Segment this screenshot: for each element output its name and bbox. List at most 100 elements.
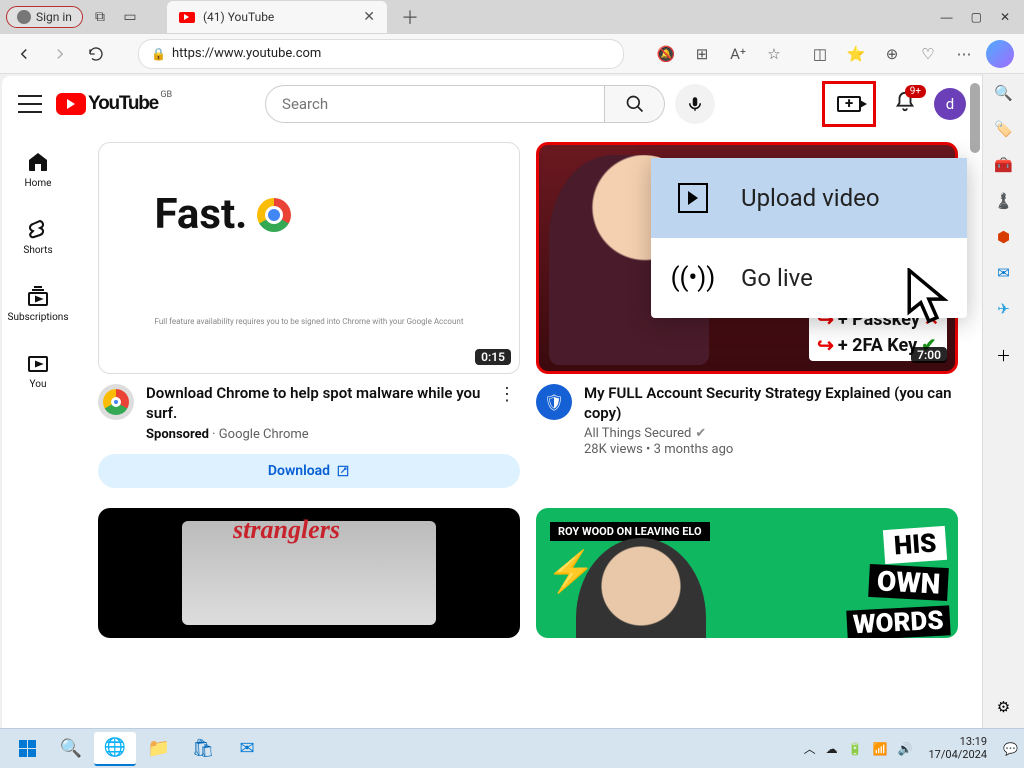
mail-taskbar-button[interactable]: ✉ bbox=[226, 732, 268, 766]
youtube-logo[interactable]: YouTube GB bbox=[56, 93, 158, 115]
account-avatar[interactable]: d bbox=[934, 88, 966, 120]
search-input[interactable] bbox=[265, 85, 605, 123]
browser-signin-button[interactable]: Sign in bbox=[6, 6, 83, 28]
add-sidebar-icon[interactable]: ＋ bbox=[993, 344, 1015, 366]
collections-icon[interactable]: ⊕ bbox=[878, 40, 906, 68]
you-label: You bbox=[30, 379, 47, 390]
start-button[interactable] bbox=[6, 732, 48, 766]
onedrive-tray-icon[interactable]: ☁ bbox=[826, 742, 838, 756]
tools-sidebar-icon[interactable]: 🧰 bbox=[993, 154, 1015, 176]
video-thumbnail[interactable]: stranglers bbox=[98, 508, 520, 638]
create-icon bbox=[837, 96, 861, 112]
send-sidebar-icon[interactable]: ✈ bbox=[993, 298, 1015, 320]
favorites-bar-icon[interactable]: ⭐ bbox=[842, 40, 870, 68]
go-live-icon: ((•)) bbox=[671, 263, 716, 293]
sidebar-item-shorts[interactable]: Shorts bbox=[6, 203, 70, 270]
tray-chevron-icon[interactable]: ︿ bbox=[804, 740, 816, 757]
download-button[interactable]: Download bbox=[98, 454, 520, 488]
edge-taskbar-button[interactable]: 🌐 bbox=[94, 732, 136, 766]
explorer-taskbar-button[interactable]: 📁 bbox=[138, 732, 180, 766]
settings-sidebar-icon[interactable]: ⚙ bbox=[993, 696, 1015, 718]
person-icon bbox=[17, 10, 31, 24]
create-menu: Upload video ((•)) Go live bbox=[651, 158, 967, 318]
video-title[interactable]: My FULL Account Security Strategy Explai… bbox=[584, 384, 958, 423]
go-live-item[interactable]: ((•)) Go live bbox=[651, 238, 967, 318]
favorite-icon[interactable]: ☆ bbox=[760, 40, 788, 68]
create-button[interactable] bbox=[822, 81, 876, 127]
search-sidebar-icon[interactable]: 🔍 bbox=[993, 82, 1015, 104]
video-thumbnail[interactable]: Fast. Full feature availability requires… bbox=[98, 142, 520, 374]
sponsored-label: Sponsored bbox=[146, 427, 209, 442]
search-button[interactable] bbox=[605, 85, 665, 123]
lock-icon: 🔒 bbox=[151, 47, 166, 61]
shorts-label: Shorts bbox=[23, 245, 52, 256]
clock-date: 17/04/2024 bbox=[929, 749, 988, 762]
more-menu-button[interactable]: ⋯ bbox=[950, 40, 978, 68]
upload-video-item[interactable]: Upload video bbox=[651, 158, 967, 238]
video-duration: 7:00 bbox=[911, 347, 947, 363]
upload-video-label: Upload video bbox=[741, 184, 880, 212]
window-controls: — ▢ ✕ bbox=[941, 10, 1018, 24]
read-aloud-icon[interactable]: A⁺ bbox=[724, 40, 752, 68]
browser-tab[interactable]: (41) YouTube ✕ bbox=[167, 1, 387, 33]
browser-tab-strip: Sign in ⧉ ▭ (41) YouTube ✕ ＋ — ▢ ✕ bbox=[0, 0, 1024, 34]
edge-sidebar: 🔍 🏷️ 🧰 ♟️ ⬢ ✉ ✈ ＋ ⚙ bbox=[982, 74, 1024, 728]
games-sidebar-icon[interactable]: ♟️ bbox=[993, 190, 1015, 212]
store-taskbar-button[interactable]: 🛍 bbox=[182, 732, 224, 766]
clock-time: 13:19 bbox=[929, 736, 988, 749]
office-sidebar-icon[interactable]: ⬢ bbox=[993, 226, 1015, 248]
video-title[interactable]: Download Chrome to help spot malware whi… bbox=[146, 384, 482, 423]
extensions-icon[interactable]: ⊞ bbox=[688, 40, 716, 68]
system-clock[interactable]: 13:19 17/04/2024 bbox=[923, 736, 994, 761]
split-screen-icon[interactable]: ◫ bbox=[806, 40, 834, 68]
home-label: Home bbox=[25, 178, 52, 189]
youtube-page: YouTube GB 9 bbox=[2, 76, 982, 728]
maximize-button[interactable]: ▢ bbox=[971, 10, 982, 24]
video-card: stranglers bbox=[98, 508, 520, 638]
scrollbar[interactable] bbox=[968, 79, 982, 728]
voice-search-button[interactable] bbox=[675, 84, 715, 124]
refresh-button[interactable] bbox=[82, 40, 110, 68]
youtube-logo-icon bbox=[56, 93, 86, 115]
channel-avatar[interactable]: 🛡 bbox=[536, 384, 572, 420]
volume-tray-icon[interactable]: 🔊 bbox=[898, 742, 913, 756]
video-card: ROY WOOD ON LEAVING ELO ⚡ HIS OWN WORDS bbox=[536, 508, 958, 638]
mute-icon[interactable]: 🔕 bbox=[652, 40, 680, 68]
video-card: Fast. Full feature availability requires… bbox=[98, 142, 520, 488]
minimize-button[interactable]: — bbox=[941, 10, 953, 24]
address-field[interactable]: 🔒 https://www.youtube.com bbox=[138, 39, 624, 69]
back-button[interactable] bbox=[10, 40, 38, 68]
close-window-button[interactable]: ✕ bbox=[1000, 10, 1010, 24]
youtube-header: YouTube GB 9 bbox=[2, 76, 982, 132]
channel-name[interactable]: All Things Secured bbox=[584, 426, 691, 441]
notifications-tray-icon[interactable]: 💬 bbox=[1003, 742, 1018, 756]
signin-label: Sign in bbox=[36, 10, 72, 24]
notifications-button[interactable]: 9+ bbox=[894, 91, 916, 117]
region-code: GB bbox=[160, 90, 172, 100]
performance-icon[interactable]: ♡ bbox=[914, 40, 942, 68]
sidebar-item-subscriptions[interactable]: Subscriptions bbox=[6, 270, 70, 337]
sidebar-item-home[interactable]: Home bbox=[6, 136, 70, 203]
workspaces-icon[interactable]: ⧉ bbox=[87, 4, 113, 30]
shopping-sidebar-icon[interactable]: 🏷️ bbox=[993, 118, 1015, 140]
video-options-button[interactable]: ⋮ bbox=[494, 384, 520, 405]
search-taskbar-button[interactable]: 🔍 bbox=[50, 732, 92, 766]
copilot-button[interactable] bbox=[986, 40, 1014, 68]
video-thumbnail[interactable]: ROY WOOD ON LEAVING ELO ⚡ HIS OWN WORDS bbox=[536, 508, 958, 638]
tab-title: (41) YouTube bbox=[203, 10, 355, 24]
youtube-logo-text: YouTube bbox=[88, 93, 158, 115]
tab-actions-icon[interactable]: ▭ bbox=[117, 4, 143, 30]
subscriptions-label: Subscriptions bbox=[8, 312, 69, 323]
upload-age: 3 months ago bbox=[654, 442, 734, 457]
channel-avatar[interactable] bbox=[98, 384, 134, 420]
ad-headline: Fast. bbox=[155, 190, 248, 239]
battery-tray-icon[interactable]: 🔋 bbox=[848, 742, 863, 756]
sidebar-item-you[interactable]: You bbox=[6, 337, 70, 404]
wifi-tray-icon[interactable]: 📶 bbox=[873, 742, 888, 756]
outlook-sidebar-icon[interactable]: ✉ bbox=[993, 262, 1015, 284]
view-count: 28K views bbox=[584, 442, 643, 457]
new-tab-button[interactable]: ＋ bbox=[401, 4, 419, 30]
guide-menu-button[interactable] bbox=[18, 95, 42, 113]
tab-close-button[interactable]: ✕ bbox=[363, 9, 375, 25]
forward-button[interactable] bbox=[46, 40, 74, 68]
